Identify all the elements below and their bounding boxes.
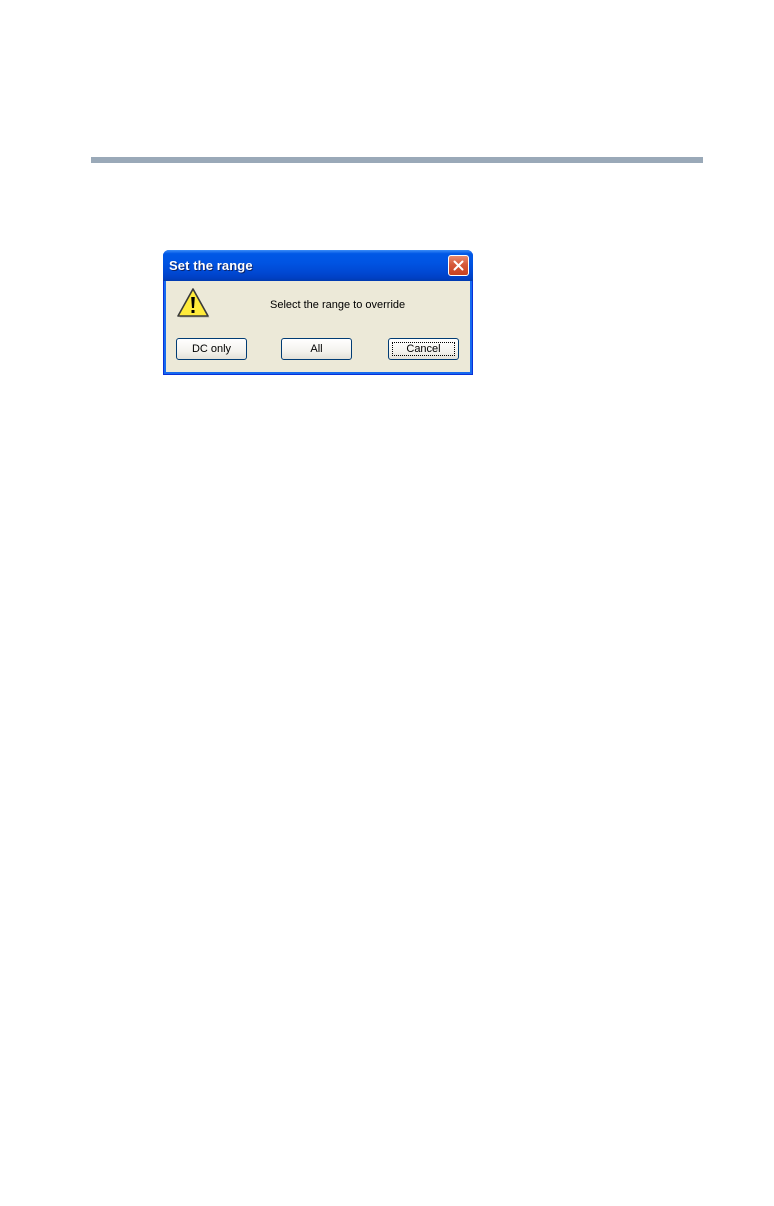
all-button-label: All bbox=[310, 343, 323, 355]
page-header-rule bbox=[91, 157, 703, 163]
cancel-button-label: Cancel bbox=[406, 343, 441, 355]
close-button[interactable] bbox=[448, 255, 469, 276]
set-range-dialog: Set the range Select the range to overri… bbox=[163, 250, 473, 375]
dc-only-button[interactable]: DC only bbox=[176, 338, 247, 360]
close-icon bbox=[453, 260, 464, 271]
dialog-message: Select the range to override bbox=[270, 299, 406, 311]
dialog-title: Set the range bbox=[169, 258, 253, 273]
dialog-client-area: Select the range to override DC only All… bbox=[166, 281, 470, 372]
all-button[interactable]: All bbox=[281, 338, 352, 360]
warning-icon bbox=[177, 288, 210, 318]
cancel-button[interactable]: Cancel bbox=[388, 338, 459, 360]
dialog-titlebar[interactable]: Set the range bbox=[163, 250, 473, 281]
dc-only-button-label: DC only bbox=[191, 343, 232, 355]
